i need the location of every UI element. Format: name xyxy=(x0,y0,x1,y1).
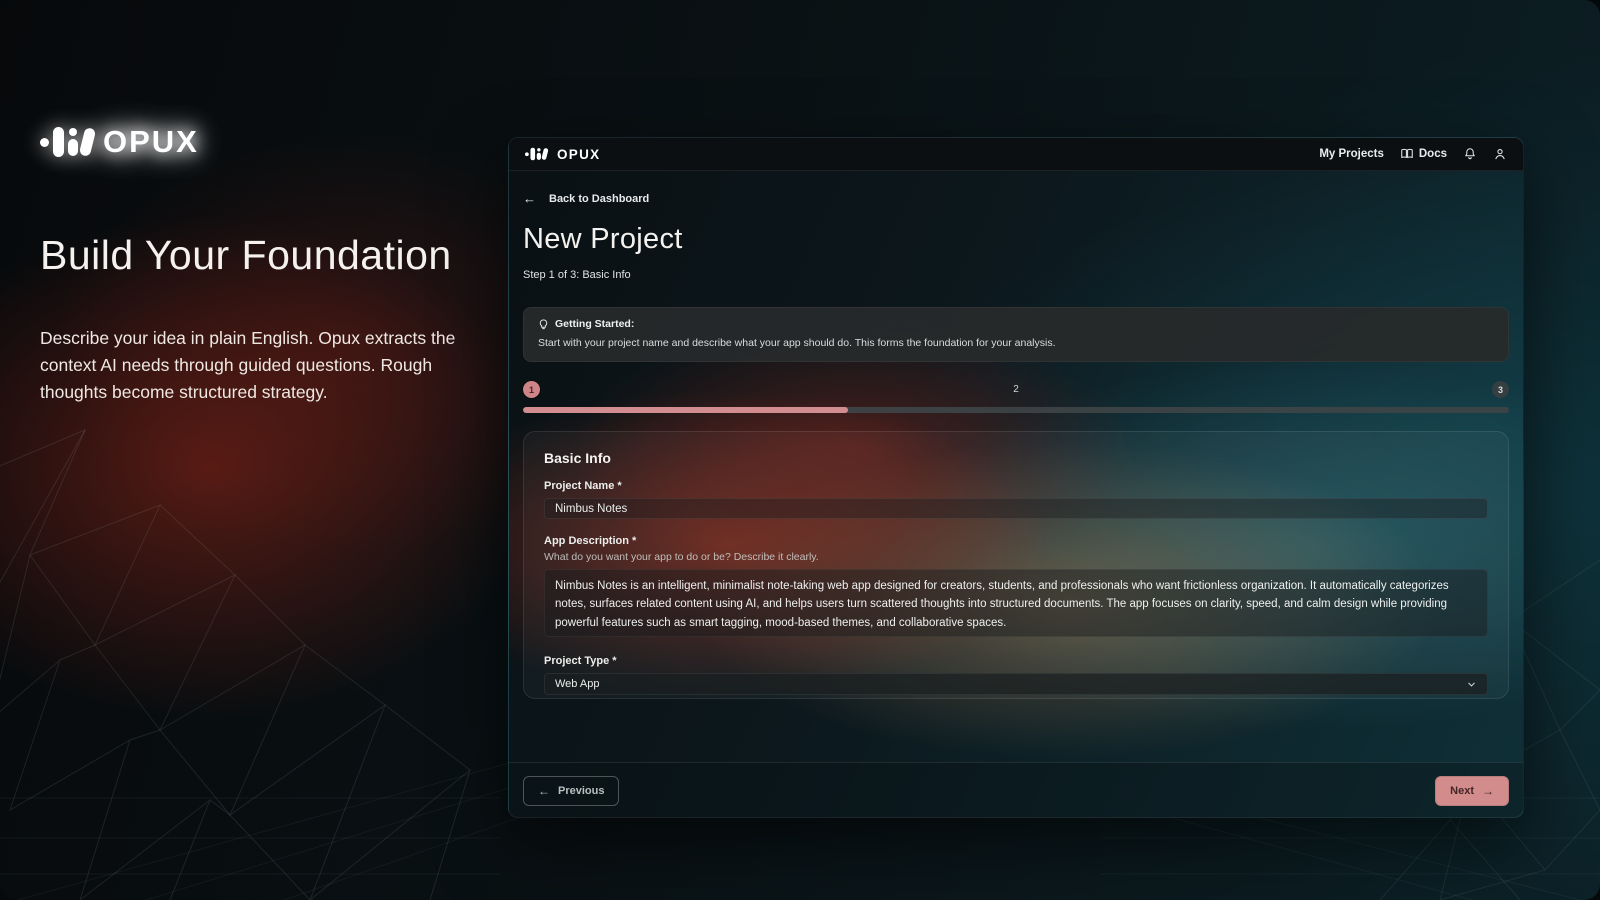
header-nav: My Projects Docs xyxy=(1319,147,1507,161)
bell-icon xyxy=(1463,147,1477,161)
nav-my-projects-label: My Projects xyxy=(1319,148,1384,160)
wizard-footer: ← Previous Next → xyxy=(509,762,1523,818)
project-type-label: Project Type * xyxy=(544,655,1488,667)
nav-docs-label: Docs xyxy=(1419,148,1447,160)
next-button-label: Next xyxy=(1450,785,1474,797)
basic-info-card: Basic Info Project Name * App Descriptio… xyxy=(523,431,1509,699)
chevron-down-icon xyxy=(1466,679,1477,690)
previous-button[interactable]: ← Previous xyxy=(523,776,619,806)
lightbulb-icon xyxy=(538,319,549,330)
step-marker-3: 3 xyxy=(1492,381,1509,398)
back-link-label: Back to Dashboard xyxy=(549,193,649,205)
brand-wordmark: OPUX xyxy=(103,124,199,160)
opux-brand-logo: OPUX xyxy=(40,124,480,160)
user-icon xyxy=(1493,147,1507,161)
arrow-left-icon: ← xyxy=(523,191,536,206)
project-type-select[interactable]: Web App xyxy=(544,673,1488,695)
app-header: OPUX My Projects Docs xyxy=(509,138,1523,171)
getting-started-callout: Getting Started: Start with your project… xyxy=(523,307,1509,362)
step-marker-2: 2 xyxy=(1013,384,1019,395)
app-body: ← Back to Dashboard New Project Step 1 o… xyxy=(509,171,1523,818)
notifications-button[interactable] xyxy=(1463,147,1477,161)
nav-my-projects-link[interactable]: My Projects xyxy=(1319,148,1384,160)
next-button[interactable]: Next → xyxy=(1435,776,1509,806)
app-description-textarea[interactable]: Nimbus Notes is an intelligent, minimali… xyxy=(544,569,1488,637)
book-icon xyxy=(1400,147,1414,161)
project-name-input[interactable] xyxy=(544,498,1488,519)
nav-docs-link[interactable]: Docs xyxy=(1400,147,1447,161)
back-to-dashboard-link[interactable]: ← Back to Dashboard xyxy=(523,191,649,206)
arrow-left-icon: ← xyxy=(538,784,550,798)
app-description-helper: What do you want your app to do or be? D… xyxy=(544,551,1488,563)
progress-bar xyxy=(523,407,1509,413)
app-window: OPUX My Projects Docs xyxy=(508,137,1524,818)
progress-fill xyxy=(523,407,848,413)
opux-logo-icon xyxy=(40,127,93,157)
left-marketing-panel: OPUX Build Your Foundation Describe your… xyxy=(40,124,480,406)
hero-description: Describe your idea in plain English. Opu… xyxy=(40,325,476,406)
hero-heading: Build Your Foundation xyxy=(40,232,480,279)
step-indicator: Step 1 of 3: Basic Info xyxy=(523,269,1509,281)
opux-logo-icon xyxy=(525,148,547,161)
app-description-label: App Description * xyxy=(544,535,1488,547)
callout-title: Getting Started: xyxy=(555,318,634,330)
previous-button-label: Previous xyxy=(558,785,604,797)
project-type-value: Web App xyxy=(555,678,599,690)
account-button[interactable] xyxy=(1493,147,1507,161)
callout-header: Getting Started: xyxy=(538,318,1494,330)
arrow-right-icon: → xyxy=(1482,784,1494,798)
callout-body: Start with your project name and describ… xyxy=(538,337,1494,349)
app-logo[interactable]: OPUX xyxy=(525,139,600,169)
step-marker-1: 1 xyxy=(523,381,540,398)
project-name-label: Project Name * xyxy=(544,480,1488,492)
card-title: Basic Info xyxy=(544,450,1488,466)
app-wordmark: OPUX xyxy=(557,147,600,162)
page-title: New Project xyxy=(523,223,1509,256)
wizard-steps: 1 2 3 xyxy=(523,381,1509,398)
